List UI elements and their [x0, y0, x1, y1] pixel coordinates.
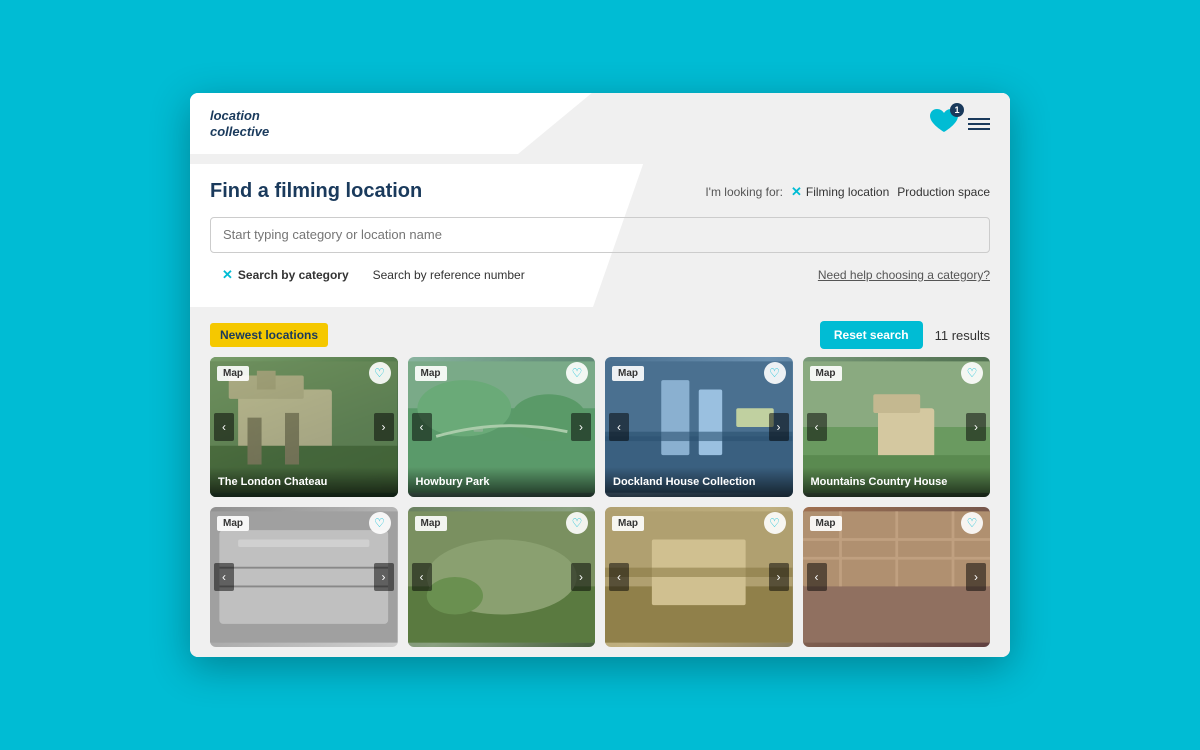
filter-filming-label: Filming location — [806, 185, 889, 199]
card1-prev-button[interactable]: ‹ — [214, 413, 234, 441]
looking-for-label: I'm looking for: — [705, 185, 783, 199]
card6-fav-button[interactable]: ♡ — [566, 512, 588, 534]
filter-production[interactable]: Production space — [897, 185, 990, 199]
card7-prev-button[interactable]: ‹ — [609, 563, 629, 591]
tab-category-x: ✕ — [222, 267, 233, 283]
search-title: Find a filming location — [210, 180, 422, 203]
header: location collective 1 — [190, 93, 1010, 154]
search-input-wrapper[interactable] — [210, 217, 990, 253]
browser-window: location collective 1 Find a — [190, 93, 1010, 657]
card3-map-label[interactable]: Map — [612, 366, 644, 381]
logo: location collective — [210, 108, 269, 139]
card3-title: Dockland House Collection — [613, 475, 785, 489]
card-row2-3[interactable]: Map ♡ ‹ › — [605, 507, 793, 647]
card8-next-button[interactable]: › — [966, 563, 986, 591]
card2-fav-button[interactable]: ♡ — [566, 362, 588, 384]
results-header: Newest locations Reset search 11 results — [190, 307, 1010, 357]
favorites-button[interactable]: 1 — [928, 107, 960, 140]
card1-title: The London Chateau — [218, 475, 390, 489]
search-input[interactable] — [223, 227, 977, 242]
card7-top: Map ♡ — [605, 507, 793, 539]
card4-fav-button[interactable]: ♡ — [961, 362, 983, 384]
card5-prev-button[interactable]: ‹ — [214, 563, 234, 591]
card8-prev-button[interactable]: ‹ — [807, 563, 827, 591]
results-right: Reset search 11 results — [820, 321, 990, 349]
card3-next-button[interactable]: › — [769, 413, 789, 441]
logo-line2: collective — [210, 124, 269, 140]
results-count: 11 results — [935, 328, 990, 343]
card2-next-button[interactable]: › — [571, 413, 591, 441]
card7-fav-button[interactable]: ♡ — [764, 512, 786, 534]
filter-production-label: Production space — [897, 185, 990, 199]
card4-overlay: Mountains Country House — [803, 467, 991, 497]
card6-top: Map ♡ — [408, 507, 596, 539]
card-row2-2[interactable]: Map ♡ ‹ › — [408, 507, 596, 647]
card1-fav-button[interactable]: ♡ — [369, 362, 391, 384]
card4-map-label[interactable]: Map — [810, 366, 842, 381]
card3-prev-button[interactable]: ‹ — [609, 413, 629, 441]
card7-next-button[interactable]: › — [769, 563, 789, 591]
main-content: Find a filming location I'm looking for:… — [190, 154, 1010, 657]
card7-map-label[interactable]: Map — [612, 516, 644, 531]
tab-buttons: ✕ Search by category Search by reference… — [210, 263, 537, 287]
tab-category-label: Search by category — [238, 268, 349, 282]
card2-prev-button[interactable]: ‹ — [412, 413, 432, 441]
search-header: Find a filming location I'm looking for:… — [210, 180, 990, 203]
card-row2-4[interactable]: Map ♡ ‹ › — [803, 507, 991, 647]
filter-filming[interactable]: ✕ Filming location — [791, 184, 889, 200]
card1-next-button[interactable]: › — [374, 413, 394, 441]
card4-next-button[interactable]: › — [966, 413, 986, 441]
card1-top: Map ♡ — [210, 357, 398, 389]
card5-map-label[interactable]: Map — [217, 516, 249, 531]
card8-map-label[interactable]: Map — [810, 516, 842, 531]
tab-by-reference[interactable]: Search by reference number — [361, 263, 537, 287]
card1-map-label[interactable]: Map — [217, 366, 249, 381]
card4-title: Mountains Country House — [811, 475, 983, 489]
card-dockland-house[interactable]: Map ♡ ‹ › Dockland House Collection — [605, 357, 793, 497]
header-right: 1 — [928, 107, 990, 140]
card5-top: Map ♡ — [210, 507, 398, 539]
card1-overlay: The London Chateau — [210, 467, 398, 497]
reset-search-button[interactable]: Reset search — [820, 321, 923, 349]
card2-map-label[interactable]: Map — [415, 366, 447, 381]
card5-fav-button[interactable]: ♡ — [369, 512, 391, 534]
tab-reference-label: Search by reference number — [373, 268, 525, 282]
help-link[interactable]: Need help choosing a category? — [818, 268, 990, 282]
remove-filming-filter[interactable]: ✕ — [791, 184, 802, 200]
logo-line1: location — [210, 108, 269, 124]
card2-overlay: Howbury Park — [408, 467, 596, 497]
card2-top: Map ♡ — [408, 357, 596, 389]
card-row2-1[interactable]: Map ♡ ‹ › — [210, 507, 398, 647]
cards-grid: Map ♡ ‹ › The London Chateau — [190, 357, 1010, 657]
card-london-chateau[interactable]: Map ♡ ‹ › The London Chateau — [210, 357, 398, 497]
card6-prev-button[interactable]: ‹ — [412, 563, 432, 591]
card-mountains-country[interactable]: Map ♡ ‹ › Mountains Country House — [803, 357, 991, 497]
favorites-badge: 1 — [950, 103, 964, 117]
card5-next-button[interactable]: › — [374, 563, 394, 591]
search-section: Find a filming location I'm looking for:… — [190, 164, 1010, 307]
looking-for-bar: I'm looking for: ✕ Filming location Prod… — [705, 184, 990, 200]
card3-top: Map ♡ — [605, 357, 793, 389]
card6-next-button[interactable]: › — [571, 563, 591, 591]
search-section-bg: Find a filming location I'm looking for:… — [190, 164, 1010, 307]
card3-fav-button[interactable]: ♡ — [764, 362, 786, 384]
card6-map-label[interactable]: Map — [415, 516, 447, 531]
card4-prev-button[interactable]: ‹ — [807, 413, 827, 441]
card-howbury-park[interactable]: Map ♡ ‹ › Howbury Park — [408, 357, 596, 497]
newest-badge: Newest locations — [210, 323, 328, 347]
tab-by-category[interactable]: ✕ Search by category — [210, 263, 361, 287]
card3-overlay: Dockland House Collection — [605, 467, 793, 497]
card2-title: Howbury Park — [416, 475, 588, 489]
card4-top: Map ♡ — [803, 357, 991, 389]
menu-icon[interactable] — [968, 118, 990, 130]
card8-top: Map ♡ — [803, 507, 991, 539]
search-tabs: ✕ Search by category Search by reference… — [210, 263, 990, 287]
card8-fav-button[interactable]: ♡ — [961, 512, 983, 534]
